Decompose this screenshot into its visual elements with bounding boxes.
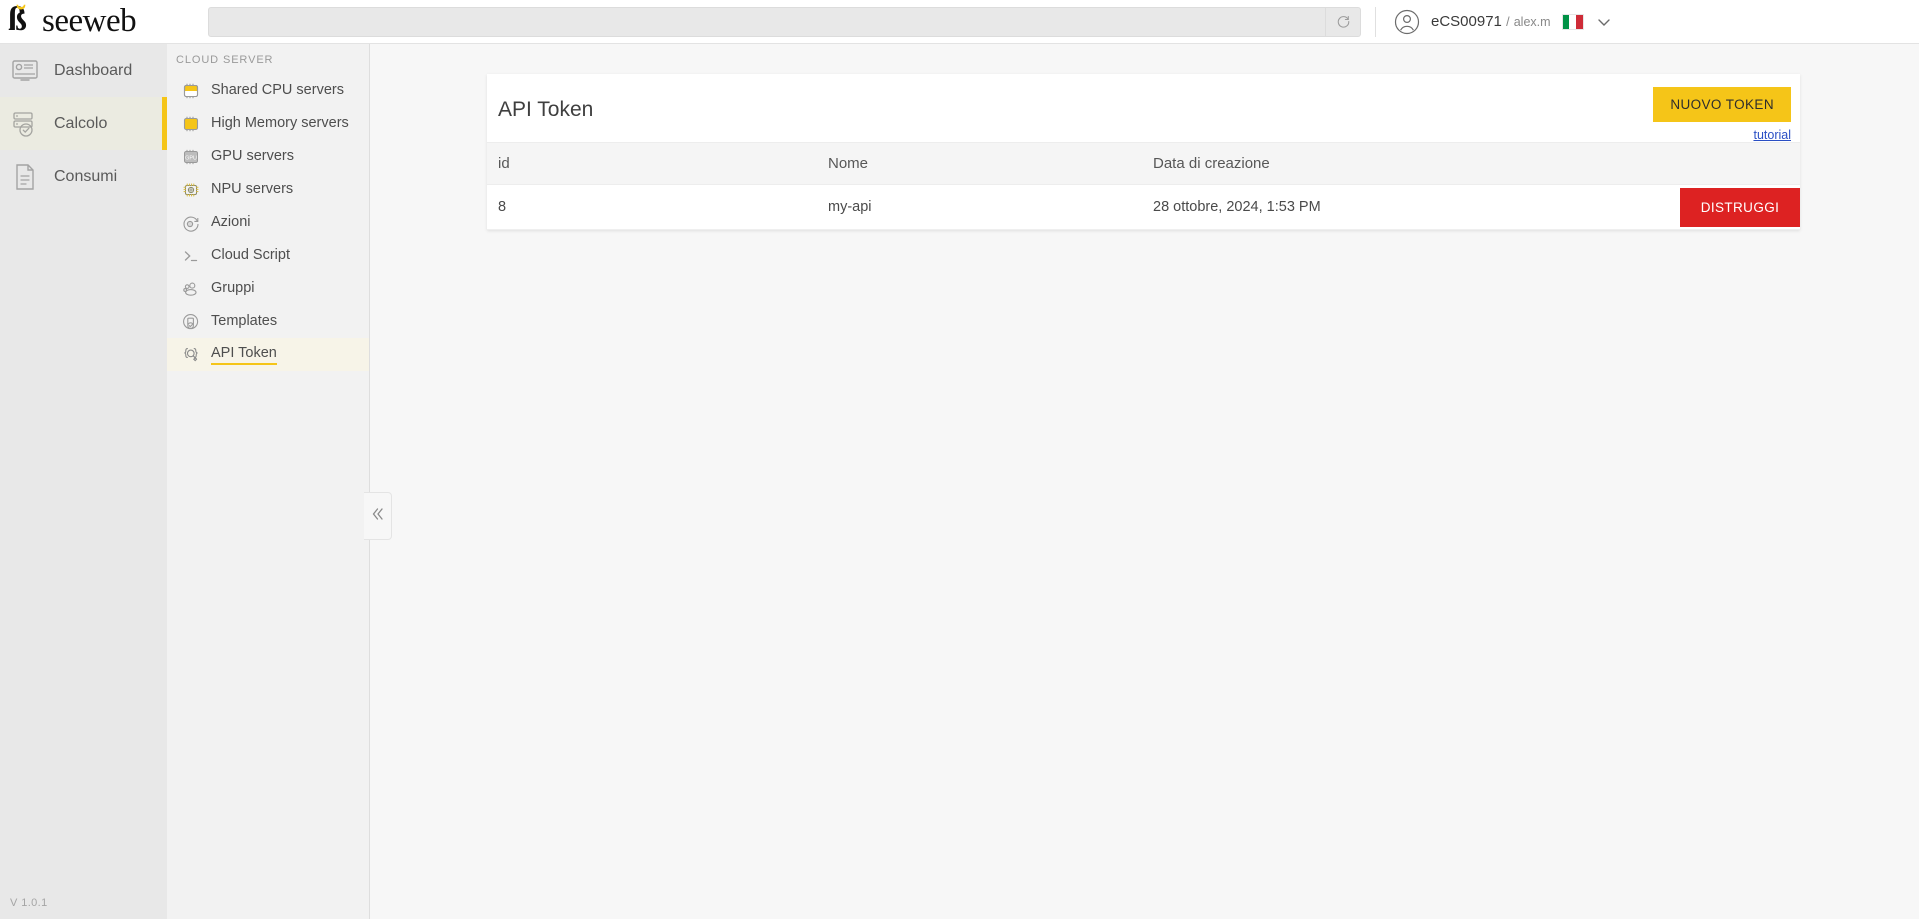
sidebar-item-label: Gruppi	[211, 279, 255, 296]
column-header-nome[interactable]: Nome	[817, 142, 1142, 185]
refresh-icon[interactable]	[1325, 6, 1361, 37]
sidebar-item-label: High Memory servers	[211, 114, 349, 131]
sidebar-section-title: CLOUD SERVER	[176, 54, 274, 66]
sidebar-item-cloud-script[interactable]: Cloud Script	[167, 239, 369, 272]
server-check-icon	[10, 109, 40, 139]
column-header-actions	[1665, 142, 1800, 185]
top-bar: ß ˘ seeweb eCS00971 / alex.m	[0, 0, 1919, 44]
chevron-down-icon[interactable]	[1595, 13, 1613, 31]
brand-name: seeweb	[42, 3, 137, 39]
sidebar-item-label: NPU servers	[211, 180, 294, 197]
primary-nav-rail: Dashboard Calcolo Consumi V 1.0.1	[0, 44, 167, 919]
search-input[interactable]	[208, 6, 1361, 37]
user-account-label: eCS00971 / alex.m	[1431, 13, 1551, 30]
sidebar-item-azioni[interactable]: Azioni	[167, 206, 369, 239]
italy-flag-icon	[1561, 13, 1584, 30]
user-menu[interactable]: eCS00971 / alex.m	[1394, 9, 1613, 35]
api-token-icon	[181, 345, 201, 365]
api-token-card: API Token NUOVO TOKEN tutorial id Nome D…	[487, 74, 1800, 230]
rail-label: Calcolo	[54, 114, 108, 132]
new-token-button[interactable]: NUOVO TOKEN	[1653, 87, 1791, 122]
column-header-id[interactable]: id	[487, 142, 817, 185]
cell-nome: my-api	[817, 184, 1142, 230]
brand-logo[interactable]: ß ˘ seeweb	[0, 0, 170, 44]
actions-gear-icon	[181, 213, 201, 233]
sidebar-item-label: Cloud Script	[211, 246, 290, 263]
seeweb-logo-icon: ß ˘	[8, 0, 27, 38]
cell-id: 8	[487, 184, 817, 230]
secondary-sidebar: CLOUD SERVER Shared CPU servers High Mem…	[167, 44, 370, 919]
sidebar-item-label: Shared CPU servers	[211, 81, 344, 98]
sidebar-item-templates[interactable]: Templates	[167, 305, 369, 338]
card-header: API Token NUOVO TOKEN tutorial	[487, 74, 1800, 142]
search-container	[208, 6, 1361, 37]
sidebar-item-high-memory-servers[interactable]: High Memory servers	[167, 107, 369, 140]
rail-label: Dashboard	[54, 61, 133, 79]
rail-item-calcolo[interactable]: Calcolo	[0, 97, 167, 150]
cpu-chip-icon	[181, 81, 201, 101]
table-header: id Nome Data di creazione	[487, 142, 1800, 185]
main-content: API Token NUOVO TOKEN tutorial id Nome D…	[370, 44, 1919, 919]
card-header-actions: NUOVO TOKEN tutorial	[1653, 87, 1794, 142]
sidebar-collapse-button[interactable]	[364, 492, 392, 540]
terminal-icon	[181, 246, 201, 266]
account-separator: /	[1506, 15, 1510, 29]
double-chevron-left-icon	[369, 505, 387, 528]
page-title: API Token	[498, 98, 594, 121]
npu-chip-icon	[181, 180, 201, 200]
toolbar-divider	[1375, 6, 1376, 37]
rail-item-dashboard[interactable]: Dashboard	[0, 44, 167, 97]
sidebar-item-api-token[interactable]: API Token	[167, 338, 369, 371]
avatar-icon	[1394, 9, 1420, 35]
table-header-row: id Nome Data di creazione	[487, 142, 1800, 185]
sidebar-item-label: Azioni	[211, 213, 251, 230]
api-token-table: id Nome Data di creazione 8 my-api 28 ot…	[487, 142, 1800, 230]
sidebar-item-shared-cpu-servers[interactable]: Shared CPU servers	[167, 74, 369, 107]
cell-actions: DISTRUGGI	[1665, 184, 1800, 230]
sidebar-item-label: Templates	[211, 312, 278, 329]
memory-chip-icon	[181, 114, 201, 134]
column-header-data[interactable]: Data di creazione	[1142, 142, 1665, 185]
sidebar-item-npu-servers[interactable]: NPU servers	[167, 173, 369, 206]
account-id: eCS00971	[1431, 13, 1502, 30]
templates-icon	[181, 312, 201, 332]
sidebar-item-label: API Token	[211, 345, 277, 365]
sidebar-item-gruppi[interactable]: Gruppi	[167, 272, 369, 305]
sidebar-item-gpu-servers[interactable]: GPU GPU servers	[167, 140, 369, 173]
users-group-icon	[181, 279, 201, 299]
dashboard-icon	[10, 56, 40, 86]
app-version: V 1.0.1	[10, 897, 48, 909]
tutorial-link[interactable]: tutorial	[1753, 128, 1791, 142]
table-body: 8 my-api 28 ottobre, 2024, 1:53 PM DISTR…	[487, 184, 1800, 230]
cell-data: 28 ottobre, 2024, 1:53 PM	[1142, 184, 1665, 230]
document-icon	[10, 162, 40, 192]
gpu-chip-icon: GPU	[181, 147, 201, 167]
rail-item-consumi[interactable]: Consumi	[0, 150, 167, 203]
sidebar-item-label: GPU servers	[211, 147, 294, 164]
username: alex.m	[1513, 15, 1551, 29]
rail-label: Consumi	[54, 167, 118, 185]
svg-text:GPU: GPU	[185, 155, 197, 161]
destroy-token-button[interactable]: DISTRUGGI	[1680, 187, 1800, 227]
table-row: 8 my-api 28 ottobre, 2024, 1:53 PM DISTR…	[487, 184, 1800, 230]
